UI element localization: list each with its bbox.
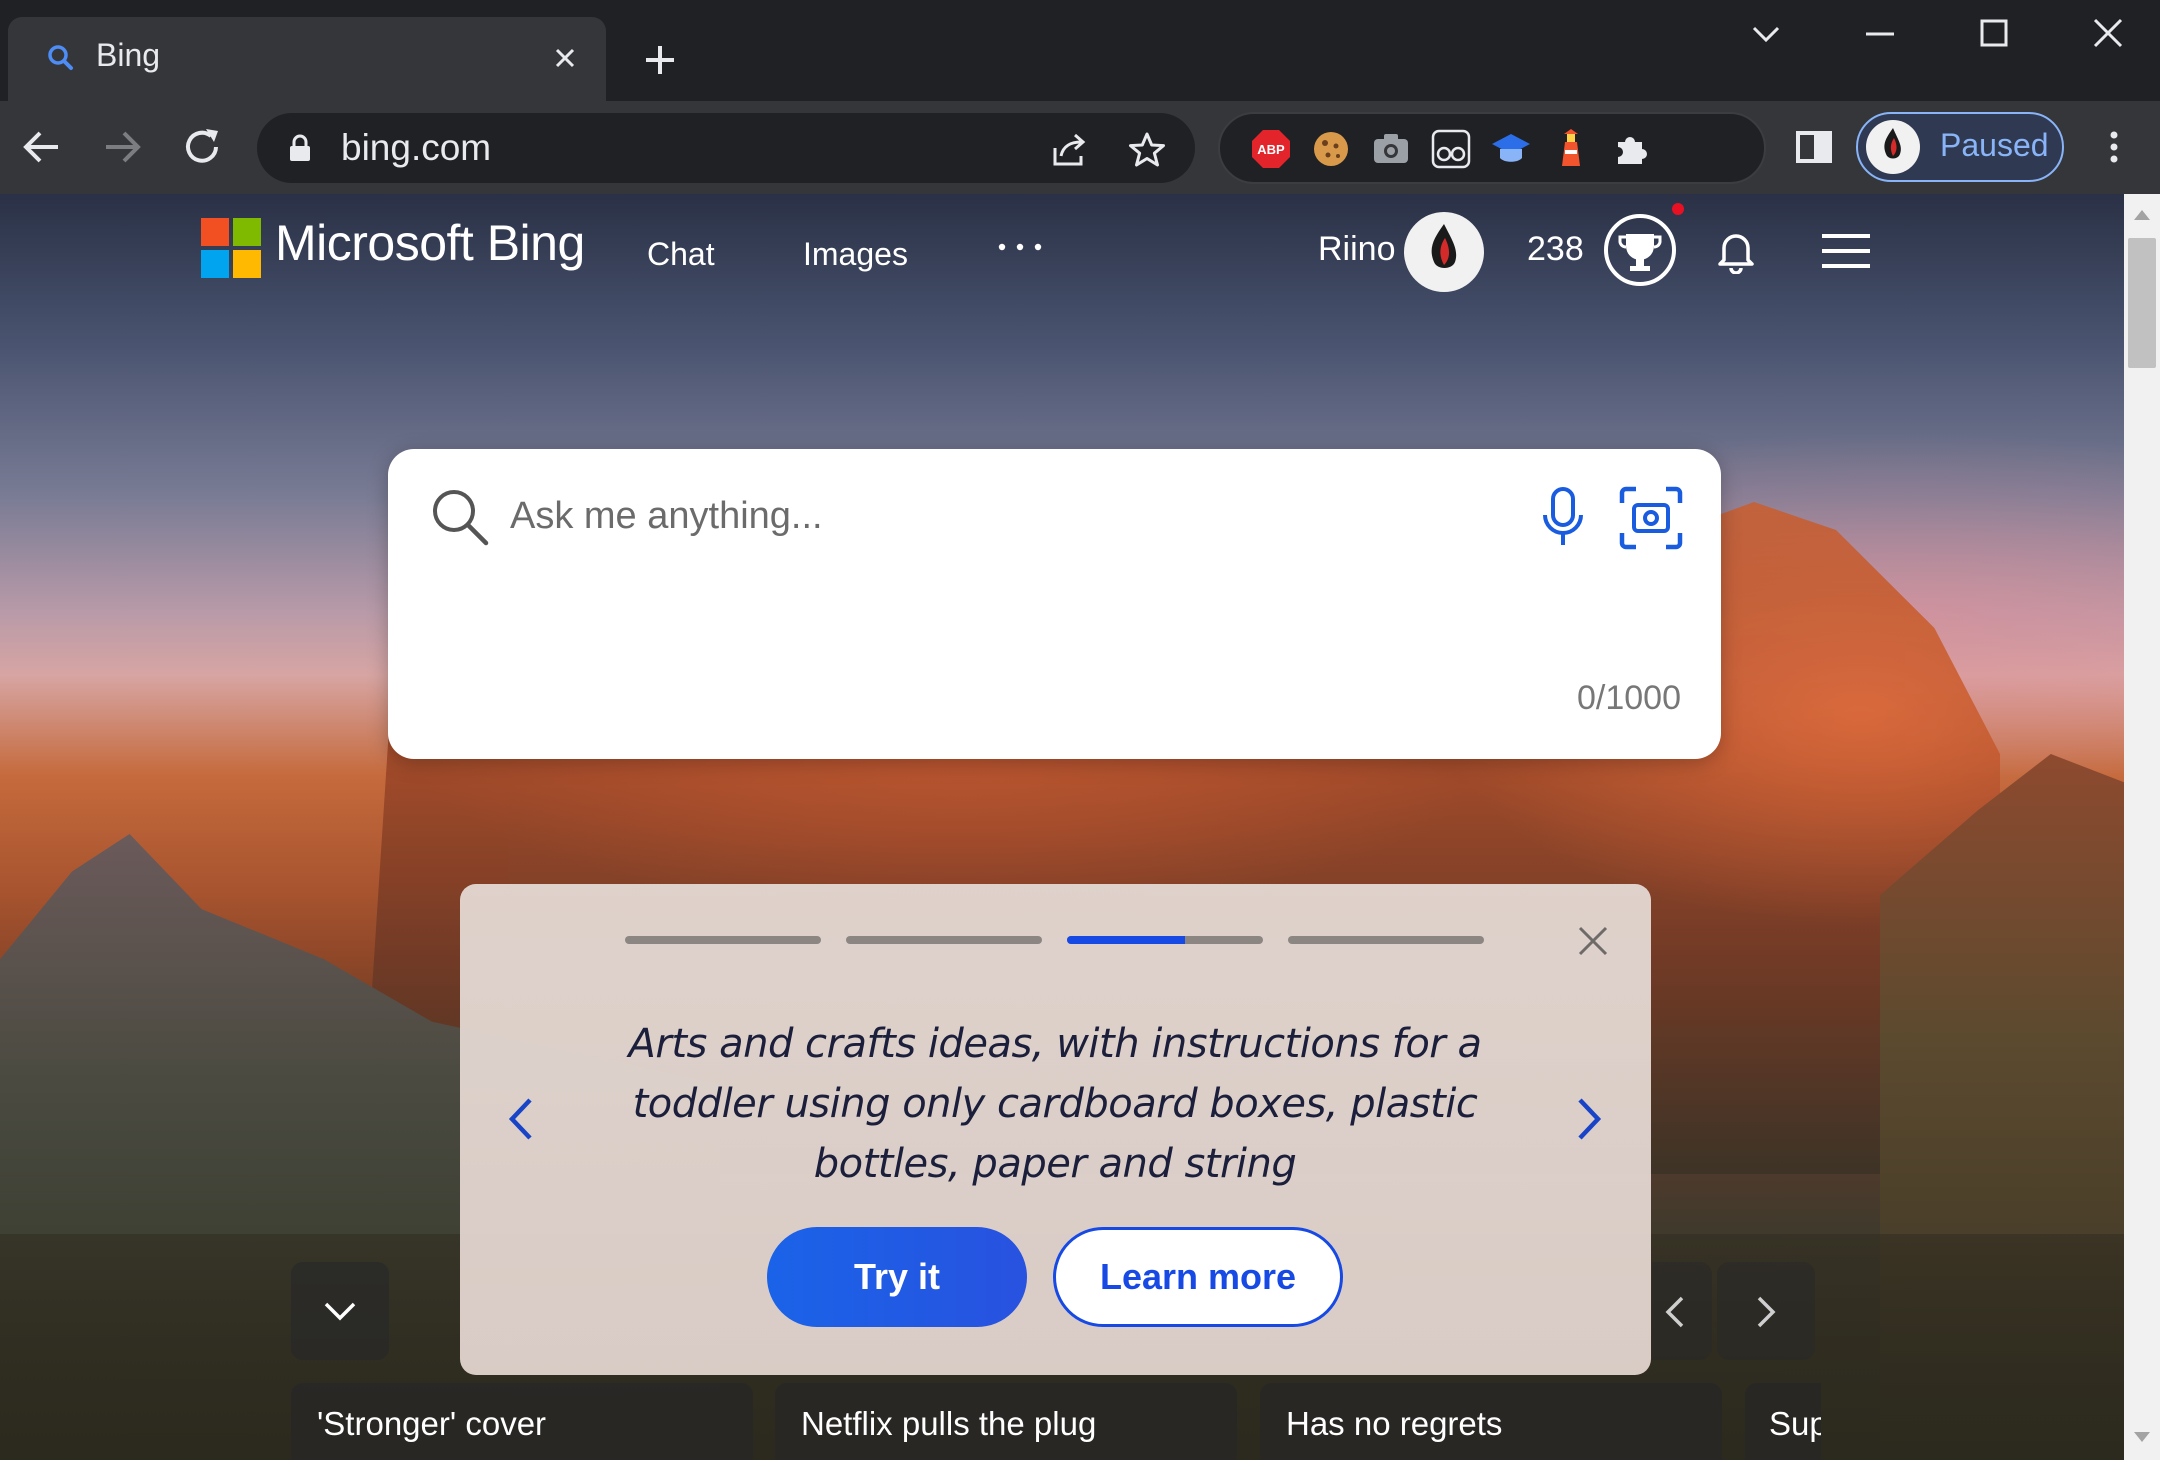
back-icon[interactable] xyxy=(18,123,66,171)
suggestion-card: Arts and crafts ideas, with instructions… xyxy=(460,884,1651,1375)
new-tab-icon[interactable] xyxy=(640,40,680,80)
news-title: 'Stronger' cover xyxy=(317,1405,547,1442)
close-icon[interactable] xyxy=(1576,924,1610,958)
side-panel-icon[interactable] xyxy=(1790,123,1838,171)
address-bar[interactable]: bing.com xyxy=(257,113,1195,183)
chevron-right-icon xyxy=(1757,1296,1776,1328)
glasses-icon[interactable] xyxy=(1430,128,1472,170)
browser-menu-icon[interactable] xyxy=(2090,123,2138,171)
news-expand-button[interactable] xyxy=(291,1262,389,1360)
user-name[interactable]: Riino xyxy=(1318,230,1395,269)
chevron-left-icon[interactable] xyxy=(506,1094,536,1144)
search-box[interactable]: 0/1000 xyxy=(388,449,1721,759)
profile-avatar xyxy=(1866,120,1920,174)
maximize-icon[interactable] xyxy=(1970,14,2018,54)
progress-segment-1[interactable] xyxy=(625,936,821,944)
news-card[interactable]: Sup xyxy=(1745,1383,1821,1460)
reload-icon[interactable] xyxy=(178,123,226,171)
graduation-cap-icon[interactable] xyxy=(1490,128,1532,170)
tab-strip: Bing xyxy=(0,0,2160,101)
search-icon[interactable] xyxy=(428,485,492,549)
news-card[interactable]: Has no regrets xyxy=(1260,1383,1722,1460)
try-it-button[interactable]: Try it xyxy=(767,1227,1027,1327)
microphone-icon[interactable] xyxy=(1538,485,1588,549)
character-count: 0/1000 xyxy=(1577,679,1681,717)
extensions-puzzle-icon[interactable] xyxy=(1610,128,1652,170)
url-text[interactable]: bing.com xyxy=(341,127,491,169)
news-card[interactable]: 'Stronger' cover xyxy=(291,1383,753,1460)
progress-segment-3[interactable] xyxy=(1067,936,1263,944)
scroll-down-arrow-icon[interactable] xyxy=(2132,1430,2152,1444)
chevron-left-icon xyxy=(1665,1296,1684,1328)
tab-title: Bing xyxy=(96,37,161,73)
profile-status: Paused xyxy=(1940,127,2049,163)
extensions-group: ABP xyxy=(1218,112,1766,184)
search-favicon-icon xyxy=(48,45,73,70)
flame-logo-icon xyxy=(1431,224,1457,268)
suggestion-text: Arts and crafts ideas, with instructions… xyxy=(628,1021,1482,1187)
chevron-down-icon xyxy=(324,1302,356,1321)
rewards-points[interactable]: 238 xyxy=(1527,230,1584,269)
scroll-up-arrow-icon[interactable] xyxy=(2132,208,2152,222)
rewards-trophy-icon[interactable] xyxy=(1602,212,1678,288)
hamburger-menu-icon[interactable] xyxy=(1820,232,1872,270)
profile-button[interactable]: Paused xyxy=(1856,112,2064,182)
visual-search-icon[interactable] xyxy=(1618,485,1684,551)
tab-search-chevron-icon[interactable] xyxy=(1742,14,1790,54)
tab-bing[interactable]: Bing xyxy=(8,17,606,101)
progress-fill-3 xyxy=(1067,936,1185,944)
minimize-icon[interactable] xyxy=(1856,14,1904,54)
scrollbar-thumb[interactable] xyxy=(2128,238,2156,368)
cookie-icon[interactable] xyxy=(1310,128,1352,170)
news-title: Netflix pulls the plug xyxy=(801,1405,1097,1442)
adblock-plus-icon[interactable]: ABP xyxy=(1250,128,1292,170)
brand-name[interactable]: Microsoft Bing xyxy=(275,214,585,272)
chevron-right-icon[interactable] xyxy=(1574,1094,1604,1144)
camera-icon[interactable] xyxy=(1370,128,1412,170)
microsoft-logo-icon[interactable] xyxy=(201,218,261,278)
search-input[interactable] xyxy=(508,485,1332,547)
more-dots-icon[interactable] xyxy=(995,240,1045,254)
lighthouse-icon[interactable] xyxy=(1550,128,1592,170)
nav-images[interactable]: Images xyxy=(803,236,908,273)
rewards-notification-dot xyxy=(1672,203,1684,215)
browser-toolbar: bing.com ABP Paused xyxy=(0,101,2160,194)
news-title: Sup xyxy=(1769,1405,1821,1442)
news-title: Has no regrets xyxy=(1286,1405,1503,1442)
user-avatar[interactable] xyxy=(1404,212,1484,292)
bookmark-star-icon[interactable] xyxy=(1127,130,1167,170)
close-tab-icon[interactable] xyxy=(548,41,582,75)
flame-logo-icon xyxy=(1884,128,1901,159)
lock-icon[interactable] xyxy=(287,133,313,163)
learn-more-button[interactable]: Learn more xyxy=(1053,1227,1343,1327)
progress-segment-4[interactable] xyxy=(1288,936,1484,944)
news-next-button[interactable] xyxy=(1717,1262,1815,1360)
nav-chat[interactable]: Chat xyxy=(647,236,715,273)
news-card[interactable]: Netflix pulls the plug xyxy=(775,1383,1237,1460)
svg-text:ABP: ABP xyxy=(1257,142,1285,157)
forward-icon[interactable] xyxy=(98,123,146,171)
close-window-icon[interactable] xyxy=(2084,14,2132,54)
share-icon[interactable] xyxy=(1049,130,1089,170)
notification-bell-icon[interactable] xyxy=(1714,226,1758,274)
progress-segment-2[interactable] xyxy=(846,936,1042,944)
page-scrollbar[interactable] xyxy=(2124,194,2160,1460)
news-prev-button[interactable] xyxy=(1652,1262,1712,1360)
